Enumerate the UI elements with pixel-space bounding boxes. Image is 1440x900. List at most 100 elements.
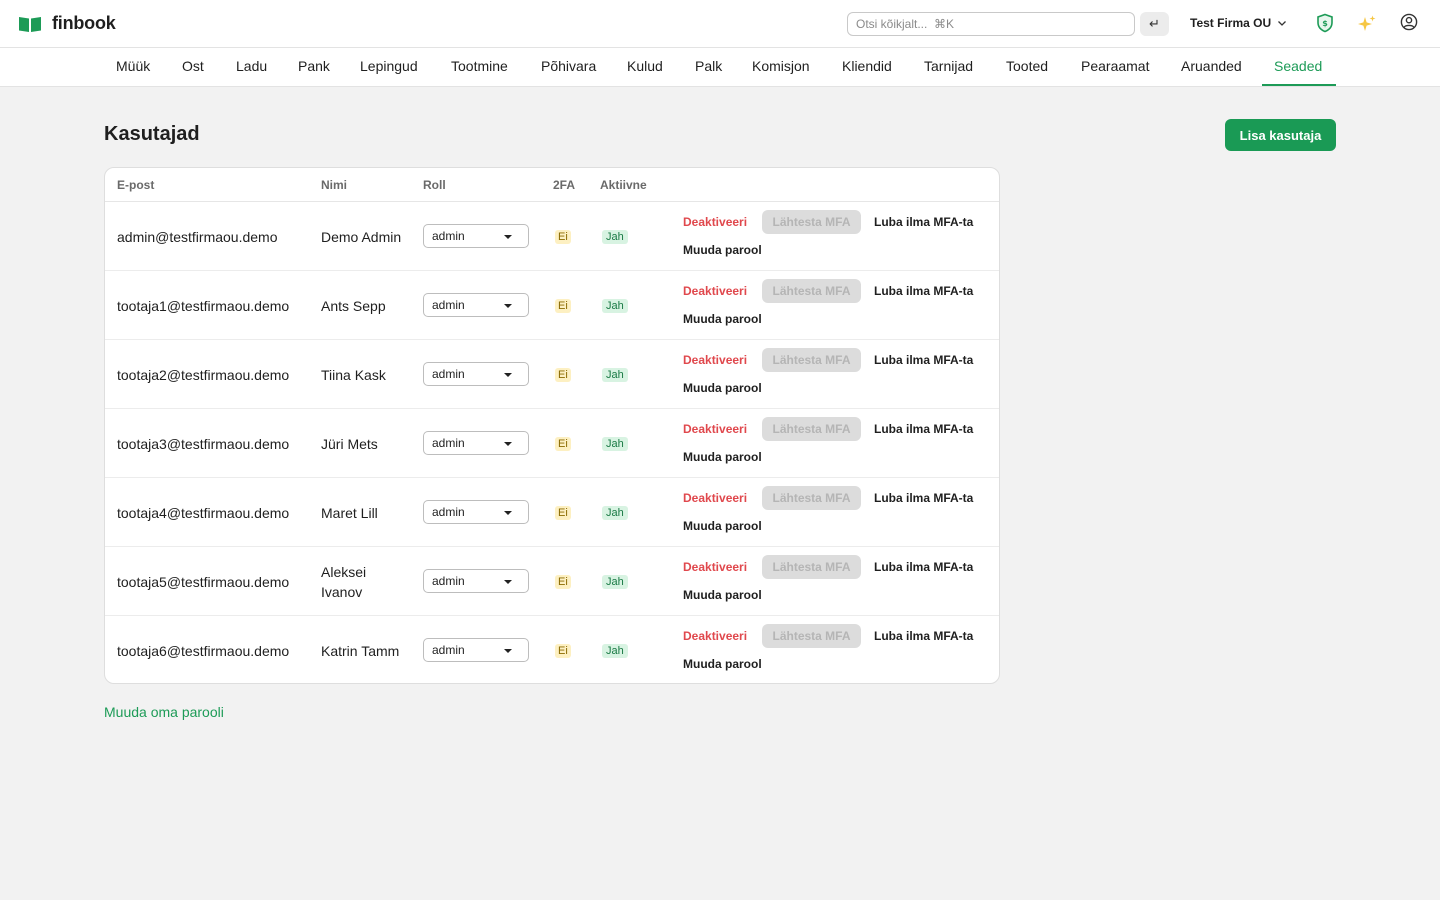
twofa-badge: Ei <box>555 437 571 451</box>
book-icon <box>19 16 41 32</box>
nav-item-aruanded[interactable]: Aruanded <box>1169 48 1254 86</box>
user-name: Demo Admin <box>321 228 402 245</box>
search-input[interactable] <box>847 12 1135 36</box>
column-header-email: E-post <box>117 178 155 192</box>
table-row: tootaja1@testfirmaou.demo Ants Sepp admi… <box>105 271 999 340</box>
nav-item-lepingud[interactable]: Lepingud <box>348 48 430 86</box>
twofa-badge: Ei <box>555 230 571 244</box>
reset-mfa-button: Lähtesta MFA <box>762 210 861 234</box>
role-value: admin <box>432 436 465 450</box>
user-name: Aleksei Ivanov <box>321 563 367 600</box>
role-select[interactable]: admin <box>423 293 529 317</box>
user-email: admin@testfirmaou.demo <box>117 228 278 245</box>
role-value: admin <box>432 505 465 519</box>
reset-mfa-button: Lähtesta MFA <box>762 624 861 648</box>
nav-item-pearaamat[interactable]: Pearaamat <box>1069 48 1161 86</box>
reset-mfa-button: Lähtesta MFA <box>762 555 861 579</box>
change-password-button[interactable]: Muuda parool <box>683 450 762 464</box>
nav-item-kliendid[interactable]: Kliendid <box>830 48 904 86</box>
nav-item-palk[interactable]: Palk <box>683 48 734 86</box>
allow-without-mfa-button[interactable]: Luba ilma MFA-ta <box>874 422 973 436</box>
deactivate-button[interactable]: Deaktiveeri <box>683 284 747 298</box>
nav-item-tooted[interactable]: Tooted <box>994 48 1060 86</box>
shield-icon[interactable]: $ <box>1316 13 1334 33</box>
role-value: admin <box>432 574 465 588</box>
allow-without-mfa-button[interactable]: Luba ilma MFA-ta <box>874 629 973 643</box>
nav-item-komisjon[interactable]: Komisjon <box>740 48 822 86</box>
nav-item-myyk[interactable]: Müük <box>104 48 162 86</box>
reset-mfa-button: Lähtesta MFA <box>762 417 861 441</box>
table-row: tootaja2@testfirmaou.demo Tiina Kask adm… <box>105 340 999 409</box>
user-name: Jüri Mets <box>321 435 378 452</box>
change-password-button[interactable]: Muuda parool <box>683 381 762 395</box>
column-header-2fa: 2FA <box>553 178 576 192</box>
role-select[interactable]: admin <box>423 224 529 248</box>
change-password-button[interactable]: Muuda parool <box>683 519 762 533</box>
user-email: tootaja4@testfirmaou.demo <box>117 504 290 521</box>
column-header-name: Nimi <box>321 178 348 192</box>
role-value: admin <box>432 229 465 243</box>
nav-item-seaded[interactable]: Seaded <box>1262 48 1336 86</box>
active-badge: Jah <box>602 644 628 658</box>
nav-item-kulud[interactable]: Kulud <box>615 48 675 86</box>
user-name: Katrin Tamm <box>321 642 400 659</box>
nav-item-pank[interactable]: Pank <box>286 48 342 86</box>
user-email: tootaja1@testfirmaou.demo <box>117 297 290 314</box>
chevron-down-icon <box>1278 21 1287 26</box>
allow-without-mfa-button[interactable]: Luba ilma MFA-ta <box>874 560 973 574</box>
search-submit-button[interactable]: ↵ <box>1140 12 1169 36</box>
change-password-button[interactable]: Muuda parool <box>683 588 762 602</box>
active-badge: Jah <box>602 506 628 520</box>
column-header-active: Aktiivne <box>600 178 647 192</box>
deactivate-button[interactable]: Deaktiveeri <box>683 491 747 505</box>
change-password-button[interactable]: Muuda parool <box>683 243 762 257</box>
change-password-button[interactable]: Muuda parool <box>683 312 762 326</box>
role-select[interactable]: admin <box>423 431 529 455</box>
table-row: tootaja6@testfirmaou.demo Katrin Tamm ad… <box>105 616 999 683</box>
user-email: tootaja6@testfirmaou.demo <box>117 642 290 659</box>
role-select[interactable]: admin <box>423 362 529 386</box>
deactivate-button[interactable]: Deaktiveeri <box>683 560 747 574</box>
company-name: Test Firma OU <box>1190 16 1272 30</box>
change-own-password-link[interactable]: Muuda oma parooli <box>104 704 224 720</box>
sparkle-icon[interactable] <box>1357 14 1377 34</box>
active-badge: Jah <box>602 368 628 382</box>
allow-without-mfa-button[interactable]: Luba ilma MFA-ta <box>874 284 973 298</box>
role-value: admin <box>432 298 465 312</box>
deactivate-button[interactable]: Deaktiveeri <box>683 422 747 436</box>
allow-without-mfa-button[interactable]: Luba ilma MFA-ta <box>874 215 973 229</box>
user-email: tootaja3@testfirmaou.demo <box>117 435 290 452</box>
users-table: E-post Nimi Roll 2FA Aktiivne admin@test… <box>104 167 1000 684</box>
company-switcher[interactable]: Test Firma OU <box>1190 16 1287 30</box>
twofa-badge: Ei <box>555 575 571 589</box>
change-password-button[interactable]: Muuda parool <box>683 657 762 671</box>
role-select[interactable]: admin <box>423 638 529 662</box>
role-select[interactable]: admin <box>423 569 529 593</box>
role-value: admin <box>432 367 465 381</box>
main-nav: Müük Ost Ladu Pank Lepingud Tootmine Põh… <box>0 48 1440 87</box>
allow-without-mfa-button[interactable]: Luba ilma MFA-ta <box>874 353 973 367</box>
column-header-role: Roll <box>423 178 446 192</box>
deactivate-button[interactable]: Deaktiveeri <box>683 353 747 367</box>
nav-item-ladu[interactable]: Ladu <box>224 48 279 86</box>
table-row: tootaja4@testfirmaou.demo Maret Lill adm… <box>105 478 999 547</box>
nav-item-tootmine[interactable]: Tootmine <box>439 48 520 86</box>
nav-item-pohivara[interactable]: Põhivara <box>529 48 608 86</box>
top-bar: finbook ↵ Test Firma OU $ <box>0 0 1440 48</box>
twofa-badge: Ei <box>555 368 571 382</box>
deactivate-button[interactable]: Deaktiveeri <box>683 629 747 643</box>
logo[interactable]: finbook <box>18 13 116 34</box>
active-badge: Jah <box>602 437 628 451</box>
caret-down-icon <box>504 580 512 584</box>
role-select[interactable]: admin <box>423 500 529 524</box>
app-name: finbook <box>52 13 116 33</box>
user-name: Tiina Kask <box>321 366 386 383</box>
deactivate-button[interactable]: Deaktiveeri <box>683 215 747 229</box>
caret-down-icon <box>504 442 512 446</box>
add-user-button[interactable]: Lisa kasutaja <box>1225 119 1336 151</box>
caret-down-icon <box>504 511 512 515</box>
user-circle-icon[interactable] <box>1400 13 1418 31</box>
allow-without-mfa-button[interactable]: Luba ilma MFA-ta <box>874 491 973 505</box>
nav-item-ost[interactable]: Ost <box>170 48 216 86</box>
nav-item-tarnijad[interactable]: Tarnijad <box>912 48 985 86</box>
